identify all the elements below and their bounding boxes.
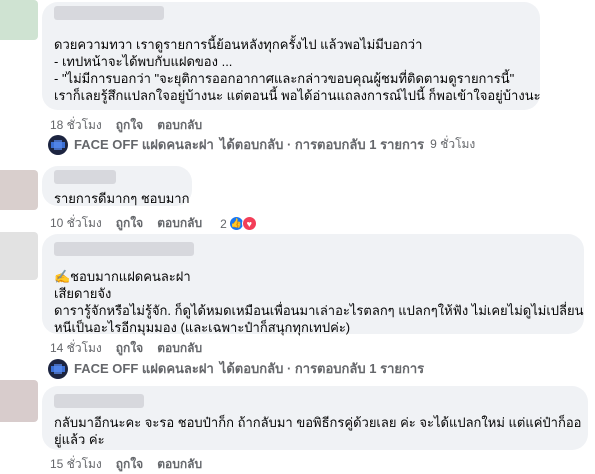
commenter-name[interactable] [54,242,194,256]
comment-actions: 15 ชั่วโมง ถูกใจ ตอบกลับ [50,455,202,474]
avatar [0,170,38,210]
comment-bubble: รายการดีมากๆ ชอบมาก [42,166,192,206]
comment-bubble: ดวยความทวา เราดูรายการนี้ย้อนหลังทุกครั้… [42,2,541,110]
reply-button[interactable]: ตอบกลับ [157,339,202,358]
like-button[interactable]: ถูกใจ [116,455,143,474]
comment-text: ดารารู้จักหรือไม่รู้จัก. ก็ดูได้หมดเหมือ… [54,303,584,318]
reaction-count: 2 [220,216,227,231]
reply-button[interactable]: ตอบกลับ [157,455,202,474]
comment-actions: 14 ชั่วโมง ถูกใจ ตอบกลับ [50,339,202,358]
avatar [0,380,38,422]
comment-text: ดวยความทวา เราดูรายการนี้ย้อนหลังทุกครั้… [54,37,423,52]
comment-text: เราก็เลยรู้สึกแปลกใจอยู่บ้างนะ แต่ตอนนี้… [54,88,541,103]
page-avatar [48,134,68,155]
comment-actions: 18 ชั่วโมง ถูกใจ ตอบกลับ [50,116,202,135]
page-name[interactable]: FACE OFF แฝดคนละฝา [74,134,214,155]
like-button[interactable]: ถูกใจ [116,116,143,135]
love-reaction-icon: ♥ [241,216,257,231]
reply-summary-text[interactable]: ได้ตอบกลับ · การตอบกลับ 1 รายการ [220,358,424,379]
like-button[interactable]: ถูกใจ [116,214,143,233]
comment-time[interactable]: 18 ชั่วโมง [50,116,102,135]
commenter-name[interactable] [54,6,164,20]
page-name[interactable]: FACE OFF แฝดคนละฝา [74,358,214,379]
avatar [0,0,38,40]
comment-bubble: กลับมาอีกนะคะ จะรอ ชอบป๋าก็ก ถ้ากลับมา ข… [42,386,588,450]
comment-text: เสียดายจัง [54,286,112,301]
comment-text: ✍️ชอบมากแฝดคนละฝา [54,269,191,284]
commenter-name[interactable] [54,394,144,408]
comment-time[interactable]: 10 ชั่วโมง [50,214,102,233]
comment-text: - เทปหน้าจะได้พบกับแฝดของ ... [54,54,233,69]
comment-text: หนีเป็นอะไรอีกมุมมอง (และเฉพาะป๋าก็สนุกท… [54,320,351,335]
reply-summary-text[interactable]: ได้ตอบกลับ · การตอบกลับ 1 รายการ [220,134,424,155]
page-avatar [48,358,68,379]
comment-time[interactable]: 15 ชั่วโมง [50,455,102,474]
replies-link[interactable]: FACE OFF แฝดคนละฝา ได้ตอบกลับ · การตอบกล… [48,358,424,379]
like-button[interactable]: ถูกใจ [116,339,143,358]
comment-text: ยู่แล้ว ค่ะ [54,432,105,447]
avatar [0,232,38,280]
commenter-name[interactable] [54,170,116,184]
reply-time: 9 ชั่วโมง [430,137,476,151]
comment-actions: 10 ชั่วโมง ถูกใจ ตอบกลับ 2 👍 ♥ [50,214,257,233]
comment-bubble: ✍️ชอบมากแฝดคนละฝา เสียดายจัง ดารารู้จักห… [42,234,584,335]
reaction-summary[interactable]: 2 👍 ♥ [220,216,257,231]
comment-text: - "ไม่มีการบอกว่า "จะยุติการออกอากาศและก… [54,71,515,86]
comment-text: กลับมาอีกนะคะ จะรอ ชอบป๋าก็ก ถ้ากลับมา ข… [54,415,582,430]
comment-text: รายการดีมากๆ ชอบมาก [54,191,190,206]
replies-link[interactable]: FACE OFF แฝดคนละฝา ได้ตอบกลับ · การตอบกล… [48,134,475,155]
reply-button[interactable]: ตอบกลับ [157,214,202,233]
comment-time[interactable]: 14 ชั่วโมง [50,339,102,358]
reply-button[interactable]: ตอบกลับ [157,116,202,135]
